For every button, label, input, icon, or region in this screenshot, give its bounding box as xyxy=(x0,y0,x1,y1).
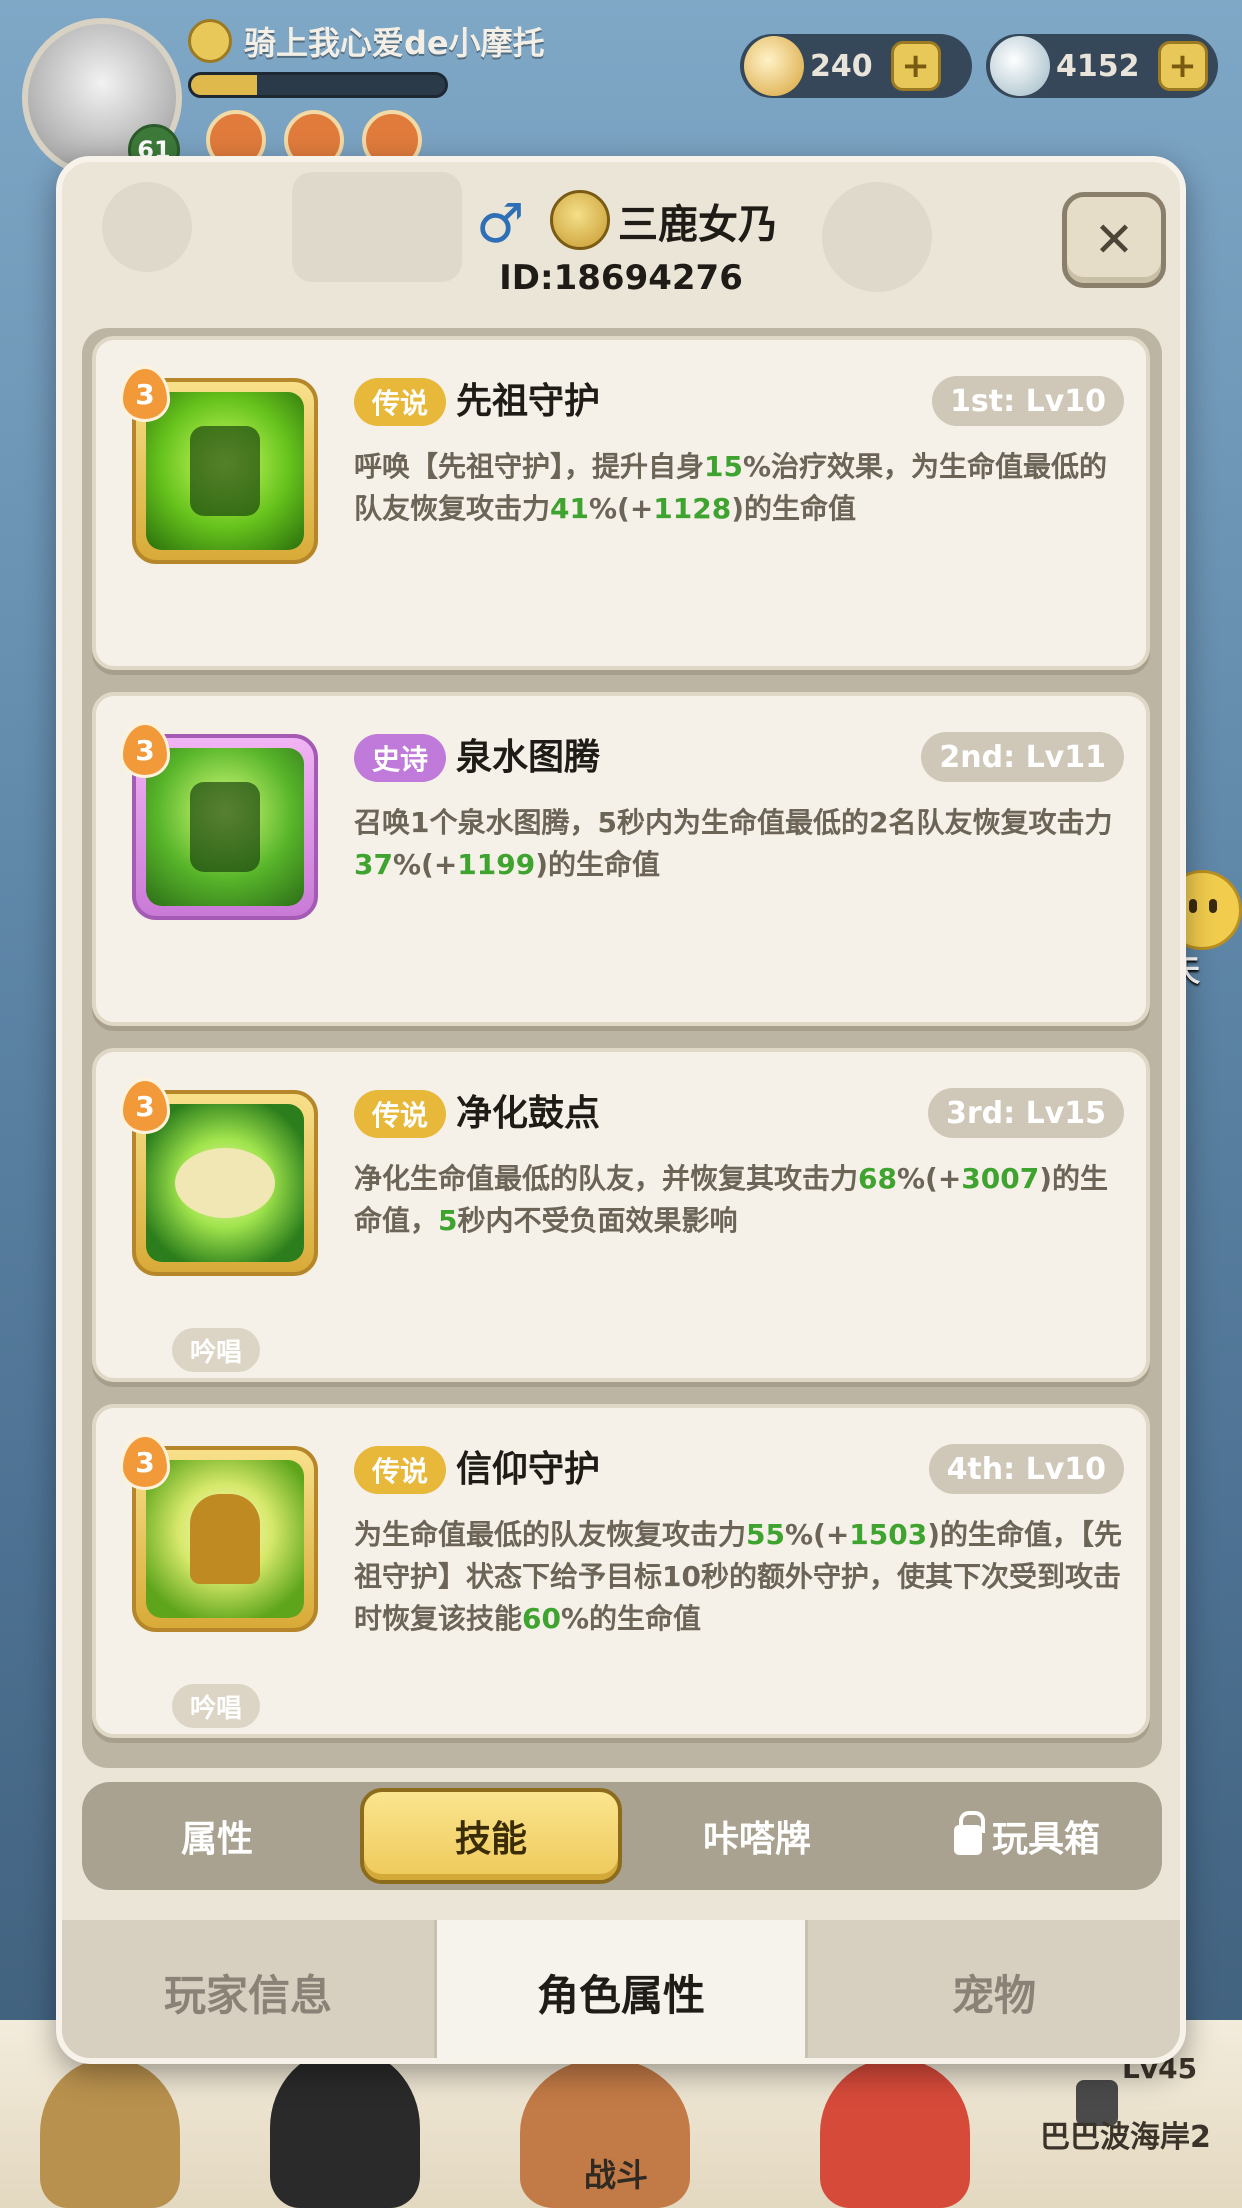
skill-value-highlight: 41 xyxy=(550,492,589,525)
rarity-badge: 传说 xyxy=(354,1446,447,1494)
skill-description-text: 呼唤【先祖守护】，提升自身 xyxy=(354,450,705,483)
skill-slot-level: 4th: Lv10 xyxy=(928,1444,1124,1494)
skill-description-text: %(+ xyxy=(588,492,654,525)
modal-header: ♂ 三鹿女乃 ID:18694276 ✕ xyxy=(62,162,1180,312)
character-portrait[interactable] xyxy=(40,2058,180,2208)
skill-description: 召唤1个泉水图腾，5秒内为生命值最低的2名队友恢复攻击力 37%(+1199)的生… xyxy=(354,802,1134,886)
purify-drum-skill-icon xyxy=(146,1104,304,1262)
rarity-badge: 传说 xyxy=(354,378,447,426)
skill-description-text: %的生命值 xyxy=(560,1602,702,1635)
tab-character-attributes[interactable]: 角色属性 xyxy=(434,1920,808,2058)
skill-description: 为生命值最低的队友恢复攻击力55%(+1503)的生命值，【先祖守护】状态下给予… xyxy=(354,1514,1134,1640)
skill-slot-level: 1st: Lv10 xyxy=(932,376,1124,426)
player-id: ID:18694276 xyxy=(499,258,743,298)
main-tab-bar: 玩家信息 角色属性 宠物 xyxy=(62,1920,1180,2058)
skill-value-highlight: 5 xyxy=(438,1204,458,1237)
skill-slot-level: 3rd: Lv15 xyxy=(927,1088,1124,1138)
skill-card[interactable]: 3 传说 先祖守护 1st: Lv10 呼唤【先祖守护】，提升自身15%治疗效果… xyxy=(92,336,1150,670)
skill-glyph-icon xyxy=(190,426,260,516)
skill-description-text: 净化生命值最低的队友，并恢复其攻击力 xyxy=(354,1162,859,1195)
skill-value-highlight: 1503 xyxy=(849,1518,928,1551)
tab-toybox[interactable]: 玩具箱 xyxy=(892,1782,1162,1890)
skill-value-highlight: 1128 xyxy=(653,492,732,525)
male-gender-icon: ♂ xyxy=(476,192,525,255)
skill-slot-level: 2nd: Lv11 xyxy=(921,732,1124,782)
skill-description-text: %(+ xyxy=(896,1162,962,1195)
tab-player-info[interactable]: 玩家信息 xyxy=(62,1920,434,2058)
tab-attributes[interactable]: 属性 xyxy=(82,1782,352,1890)
gold-currency: 240 + xyxy=(740,34,972,98)
skill-value-highlight: 3007 xyxy=(961,1162,1040,1195)
skill-description: 净化生命值最低的队友，并恢复其攻击力68%(+3007)的生命值，5秒内不受负面… xyxy=(354,1158,1134,1242)
skill-level-badge: 3 xyxy=(120,1434,170,1490)
tab-kada-cards[interactable]: 咔嗒牌 xyxy=(622,1782,892,1890)
chant-tag: 吟唱 xyxy=(172,1328,261,1372)
skill-description-text: )的生命值 xyxy=(731,492,857,525)
skills-list[interactable]: 3 传说 先祖守护 1st: Lv10 呼唤【先祖守护】，提升自身15%治疗效果… xyxy=(82,328,1162,1768)
skill-glyph-icon xyxy=(190,1494,260,1584)
pearl-amount: 4152 xyxy=(1056,48,1140,84)
spring-totem-skill-icon xyxy=(146,748,304,906)
faith-guard-skill-icon xyxy=(146,1460,304,1618)
skill-card[interactable]: 3 史诗 泉水图腾 2nd: Lv11 召唤1个泉水图腾，5秒内为生命值最低的2… xyxy=(92,692,1150,1026)
ancestor-guard-skill-icon xyxy=(146,392,304,550)
skill-level-badge: 3 xyxy=(120,366,170,422)
xp-bar-fill xyxy=(191,75,258,95)
profile-player-name: 三鹿女乃 xyxy=(618,202,778,248)
pearl-currency: 4152 + xyxy=(986,34,1218,98)
skill-name: 信仰守护 xyxy=(456,1449,601,1490)
skill-description-text: 秒内不受负面效果影响 xyxy=(457,1204,738,1237)
skill-value-highlight: 68 xyxy=(858,1162,897,1195)
skill-value-highlight: 15 xyxy=(704,450,743,483)
skill-description-text: %(+ xyxy=(784,1518,850,1551)
close-button[interactable]: ✕ xyxy=(1062,192,1166,288)
title-icon xyxy=(188,19,232,63)
player-name: 骑上我心爱de小摩托 xyxy=(244,24,545,62)
tab-toybox-label: 玩具箱 xyxy=(991,1819,1100,1860)
skill-glyph-icon xyxy=(190,782,260,872)
skill-description: 呼唤【先祖守护】，提升自身15%治疗效果，为生命值最低的队友恢复攻击力41%(+… xyxy=(354,446,1134,530)
skill-value-highlight: 55 xyxy=(746,1518,785,1551)
skill-card[interactable]: 3 传说 净化鼓点 3rd: Lv15 净化生命值最低的队友，并恢复其攻击力68… xyxy=(92,1048,1150,1382)
skill-glyph-icon xyxy=(175,1148,275,1218)
tab-skills[interactable]: 技能 xyxy=(360,1788,622,1884)
gold-amount: 240 xyxy=(810,48,873,84)
xp-bar xyxy=(188,72,448,98)
skill-description-text: 为生命值最低的队友恢复攻击力 xyxy=(354,1518,747,1551)
title-badge-icon xyxy=(550,190,610,250)
area-name[interactable]: 巴巴波海岸2 xyxy=(1040,2112,1211,2156)
character-portrait[interactable] xyxy=(270,2048,420,2208)
skill-value-highlight: 1199 xyxy=(457,848,536,881)
skill-name: 泉水图腾 xyxy=(456,737,601,778)
add-pearl-button[interactable]: + xyxy=(1157,41,1208,91)
add-gold-button[interactable]: + xyxy=(890,41,941,91)
skill-level-badge: 3 xyxy=(120,722,170,778)
rarity-badge: 传说 xyxy=(354,1090,447,1138)
chant-tag: 吟唱 xyxy=(172,1684,261,1728)
fight-label[interactable]: 战斗 xyxy=(584,2150,648,2196)
tab-pets[interactable]: 宠物 xyxy=(808,1920,1180,2058)
player-name-row: 骑上我心爱de小摩托 xyxy=(188,18,545,64)
pearl-icon xyxy=(990,36,1050,96)
skill-level-badge: 3 xyxy=(120,1078,170,1134)
skill-value-highlight: 60 xyxy=(522,1602,561,1635)
skill-value-highlight: 37 xyxy=(354,848,393,881)
rarity-badge: 史诗 xyxy=(354,734,447,782)
sub-tab-bar: 属性 技能 咔嗒牌 玩具箱 xyxy=(82,1782,1162,1890)
lock-icon xyxy=(953,1811,985,1855)
gold-shell-icon xyxy=(744,36,804,96)
character-portrait[interactable] xyxy=(820,2058,970,2208)
skill-description-text: )的生命值 xyxy=(535,848,661,881)
skill-card[interactable]: 3 传说 信仰守护 4th: Lv10 为生命值最低的队友恢复攻击力55%(+1… xyxy=(92,1404,1150,1738)
skill-name: 净化鼓点 xyxy=(456,1093,601,1134)
skill-name: 先祖守护 xyxy=(456,381,601,422)
player-profile-modal: ♂ 三鹿女乃 ID:18694276 ✕ 3 传说 先祖守护 1st: Lv10… xyxy=(56,156,1186,2064)
skill-description-text: 召唤1个泉水图腾，5秒内为生命值最低的2名队友恢复攻击力 xyxy=(354,806,1113,839)
skill-description-text: %(+ xyxy=(392,848,458,881)
